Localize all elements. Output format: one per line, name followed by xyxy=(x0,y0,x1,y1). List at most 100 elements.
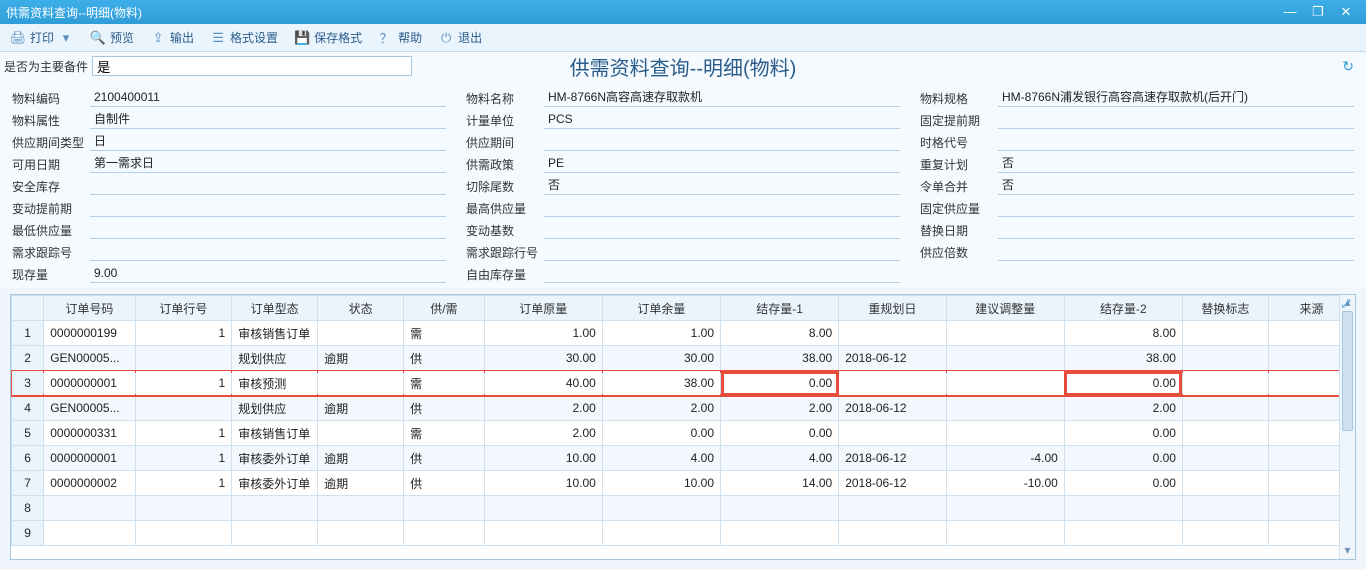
refresh-icon[interactable]: ↻ xyxy=(1342,58,1354,75)
column-header[interactable]: 建议调整量 xyxy=(946,296,1064,321)
cell[interactable]: 0000000001 xyxy=(44,446,135,471)
cell[interactable] xyxy=(721,521,839,546)
cell[interactable]: 审核销售订单 xyxy=(232,421,318,446)
cell[interactable] xyxy=(1182,321,1268,346)
table-row[interactable]: 2GEN00005...规划供应逾期供30.0030.0038.002018-0… xyxy=(12,346,1355,371)
table-row[interactable]: 700000000021审核委外订单逾期供10.0010.0014.002018… xyxy=(12,471,1355,496)
cell[interactable]: 0.00 xyxy=(1064,471,1182,496)
cell[interactable]: 10.00 xyxy=(602,471,720,496)
cell[interactable] xyxy=(318,321,404,346)
save-format-button[interactable]: 💾保存格式 xyxy=(288,27,368,48)
cell[interactable]: 2018-06-12 xyxy=(839,471,946,496)
scroll-track[interactable] xyxy=(1340,311,1355,543)
cell[interactable]: 审核销售订单 xyxy=(232,321,318,346)
scroll-down-icon[interactable]: ▾ xyxy=(1344,543,1350,559)
table-row[interactable]: 9 xyxy=(12,521,1355,546)
table-row[interactable]: 100000001991审核销售订单需1.001.008.008.00 xyxy=(12,321,1355,346)
cell[interactable]: 38.00 xyxy=(721,346,839,371)
cell[interactable]: 2.00 xyxy=(484,396,602,421)
cell[interactable]: -4.00 xyxy=(946,446,1064,471)
cell[interactable]: 2018-06-12 xyxy=(839,396,946,421)
table-row[interactable]: 8 xyxy=(12,496,1355,521)
cell[interactable]: 规划供应 xyxy=(232,396,318,421)
cell[interactable]: 审核委外订单 xyxy=(232,446,318,471)
cell[interactable]: 逾期 xyxy=(318,471,404,496)
cell[interactable] xyxy=(839,321,946,346)
cell[interactable]: 0.00 xyxy=(1064,446,1182,471)
cell[interactable]: 1 xyxy=(135,421,232,446)
column-header[interactable]: 替换标志 xyxy=(1182,296,1268,321)
cell[interactable]: 供 xyxy=(404,446,485,471)
cell[interactable] xyxy=(135,346,232,371)
cell[interactable]: 40.00 xyxy=(484,371,602,396)
cell[interactable]: 审核委外订单 xyxy=(232,471,318,496)
cell[interactable]: 1 xyxy=(135,471,232,496)
cell[interactable]: 需 xyxy=(404,371,485,396)
cell[interactable]: 2.00 xyxy=(484,421,602,446)
cell[interactable]: 供 xyxy=(404,346,485,371)
cell[interactable]: 规划供应 xyxy=(232,346,318,371)
cell[interactable]: 1 xyxy=(135,446,232,471)
cell[interactable]: 0.00 xyxy=(1064,371,1182,396)
cell[interactable]: GEN00005... xyxy=(44,346,135,371)
cell[interactable]: 2.00 xyxy=(1064,396,1182,421)
cell[interactable]: 0.00 xyxy=(721,421,839,446)
cell[interactable] xyxy=(484,496,602,521)
cell[interactable]: 2.00 xyxy=(602,396,720,421)
cell[interactable]: 逾期 xyxy=(318,346,404,371)
cell[interactable]: 2018-06-12 xyxy=(839,346,946,371)
column-header[interactable]: 重规划日 xyxy=(839,296,946,321)
cell[interactable]: GEN00005... xyxy=(44,396,135,421)
column-header[interactable]: 订单型态 xyxy=(232,296,318,321)
cell[interactable] xyxy=(318,521,404,546)
column-header[interactable]: 供/需 xyxy=(404,296,485,321)
cell[interactable] xyxy=(946,421,1064,446)
cell[interactable]: 2.00 xyxy=(721,396,839,421)
cell[interactable] xyxy=(721,496,839,521)
cell[interactable] xyxy=(44,521,135,546)
cell[interactable]: 逾期 xyxy=(318,446,404,471)
export-button[interactable]: ⇪输出 xyxy=(144,27,200,48)
grid-table[interactable]: 订单号码订单行号订单型态状态供/需订单原量订单余量结存量-1重规划日建议调整量结… xyxy=(11,295,1355,546)
cell[interactable]: 38.00 xyxy=(602,371,720,396)
cell[interactable] xyxy=(1064,521,1182,546)
cell[interactable] xyxy=(839,496,946,521)
cell[interactable]: -10.00 xyxy=(946,471,1064,496)
help-button[interactable]: ？帮助 xyxy=(372,27,428,48)
cell[interactable]: 4.00 xyxy=(602,446,720,471)
column-header[interactable]: 状态 xyxy=(318,296,404,321)
cell[interactable] xyxy=(946,371,1064,396)
cell[interactable]: 1.00 xyxy=(602,321,720,346)
filter-input[interactable] xyxy=(92,56,412,76)
cell[interactable] xyxy=(1182,421,1268,446)
cell[interactable] xyxy=(404,521,485,546)
column-header[interactable]: 订单行号 xyxy=(135,296,232,321)
scroll-thumb[interactable] xyxy=(1342,311,1353,431)
cell[interactable]: 供 xyxy=(404,471,485,496)
table-row[interactable]: 600000000011审核委外订单逾期供10.004.004.002018-0… xyxy=(12,446,1355,471)
cell[interactable] xyxy=(946,396,1064,421)
cell[interactable] xyxy=(946,321,1064,346)
cell[interactable]: 需 xyxy=(404,421,485,446)
column-header[interactable]: 结存量-2 xyxy=(1064,296,1182,321)
cell[interactable] xyxy=(44,496,135,521)
cell[interactable] xyxy=(484,521,602,546)
close-button[interactable]: ✕ xyxy=(1332,2,1360,22)
table-row[interactable]: 4GEN00005...规划供应逾期供2.002.002.002018-06-1… xyxy=(12,396,1355,421)
cell[interactable] xyxy=(946,346,1064,371)
cell[interactable] xyxy=(602,496,720,521)
cell[interactable]: 0000000199 xyxy=(44,321,135,346)
popout-icon[interactable]: ⤢ xyxy=(1339,297,1353,311)
format-button[interactable]: ☰格式设置 xyxy=(204,27,284,48)
column-header[interactable]: 结存量-1 xyxy=(721,296,839,321)
table-row[interactable]: 300000000011审核预测需40.0038.000.000.00 xyxy=(12,371,1355,396)
cell[interactable] xyxy=(839,521,946,546)
cell[interactable] xyxy=(232,521,318,546)
cell[interactable]: 逾期 xyxy=(318,396,404,421)
cell[interactable] xyxy=(839,371,946,396)
cell[interactable]: 供 xyxy=(404,396,485,421)
cell[interactable]: 0.00 xyxy=(1064,421,1182,446)
cell[interactable] xyxy=(404,496,485,521)
print-button[interactable]: 🖨打印▾ xyxy=(4,27,80,48)
cell[interactable] xyxy=(318,496,404,521)
